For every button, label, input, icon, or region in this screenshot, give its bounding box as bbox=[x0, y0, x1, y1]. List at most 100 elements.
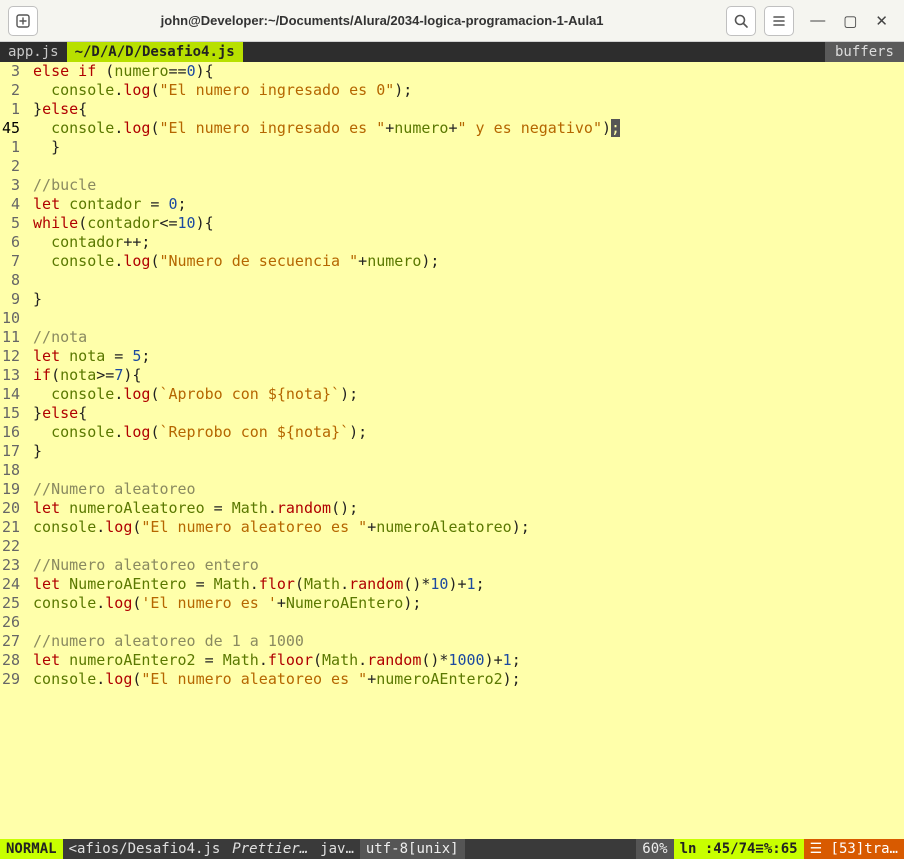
status-lang: jav… bbox=[314, 839, 360, 859]
statusbar: NORMAL <afios/Desafio4.js Prettier… jav…… bbox=[0, 839, 904, 859]
code-line[interactable]: 2 console.log("El numero ingresado es 0"… bbox=[0, 81, 904, 100]
code-line[interactable]: 2 bbox=[0, 157, 904, 176]
code-line[interactable]: 23 //Numero aleatoreo entero bbox=[0, 556, 904, 575]
code-line[interactable]: 45 console.log("El numero ingresado es "… bbox=[0, 119, 904, 138]
line-content: //nota bbox=[24, 328, 87, 347]
line-number: 21 bbox=[0, 518, 24, 537]
line-content bbox=[24, 157, 33, 176]
line-content: if(nota>=7){ bbox=[24, 366, 141, 385]
code-line[interactable]: 10 bbox=[0, 309, 904, 328]
line-content: //numero aleatoreo de 1 a 1000 bbox=[24, 632, 304, 651]
code-line[interactable]: 15 }else{ bbox=[0, 404, 904, 423]
line-number: 17 bbox=[0, 442, 24, 461]
tab-desafio4-js[interactable]: ~/D/A/D/Desafio4.js bbox=[67, 42, 243, 62]
code-line[interactable]: 3 else if (numero==0){ bbox=[0, 62, 904, 81]
code-line[interactable]: 19 //Numero aleatoreo bbox=[0, 480, 904, 499]
line-content: console.log('El numero es '+NumeroAEnter… bbox=[24, 594, 421, 613]
code-line[interactable]: 29 console.log("El numero aleatoreo es "… bbox=[0, 670, 904, 689]
search-button[interactable] bbox=[726, 6, 756, 36]
line-content: let nota = 5; bbox=[24, 347, 150, 366]
code-line[interactable]: 13 if(nota>=7){ bbox=[0, 366, 904, 385]
code-line[interactable]: 21 console.log("El numero aleatoreo es "… bbox=[0, 518, 904, 537]
line-number: 3 bbox=[0, 176, 24, 195]
status-encoding: utf-8[unix] bbox=[360, 839, 465, 859]
line-number: 12 bbox=[0, 347, 24, 366]
line-number: 24 bbox=[0, 575, 24, 594]
code-line[interactable]: 20 let numeroAleatoreo = Math.random(); bbox=[0, 499, 904, 518]
hamburger-icon bbox=[771, 13, 787, 29]
code-line[interactable]: 6 contador++; bbox=[0, 233, 904, 252]
line-number: 25 bbox=[0, 594, 24, 613]
line-content: } bbox=[24, 442, 42, 461]
maximize-button[interactable]: ▢ bbox=[843, 12, 857, 30]
line-number: 1 bbox=[0, 138, 24, 157]
line-content: console.log(`Reprobo con ${nota}`); bbox=[24, 423, 367, 442]
line-number: 20 bbox=[0, 499, 24, 518]
line-content: } bbox=[24, 138, 60, 157]
code-line[interactable]: 24 let NumeroAEntero = Math.flor(Math.ra… bbox=[0, 575, 904, 594]
line-number: 5 bbox=[0, 214, 24, 233]
line-number: 3 bbox=[0, 62, 24, 81]
line-content: console.log("El numero aleatoreo es "+nu… bbox=[24, 670, 521, 689]
code-line[interactable]: 14 console.log(`Aprobo con ${nota}`); bbox=[0, 385, 904, 404]
line-number: 6 bbox=[0, 233, 24, 252]
code-line[interactable]: 25 console.log('El numero es '+NumeroAEn… bbox=[0, 594, 904, 613]
code-line[interactable]: 28 let numeroAEntero2 = Math.floor(Math.… bbox=[0, 651, 904, 670]
line-number: 28 bbox=[0, 651, 24, 670]
line-content: //bucle bbox=[24, 176, 105, 195]
line-content: } bbox=[24, 290, 42, 309]
line-content: //Numero aleatoreo entero bbox=[24, 556, 259, 575]
line-content: console.log("Numero de secuencia "+numer… bbox=[24, 252, 439, 271]
line-number: 1 bbox=[0, 100, 24, 119]
code-line[interactable]: 22 bbox=[0, 537, 904, 556]
buffers-indicator[interactable]: buffers bbox=[825, 42, 904, 62]
minimize-button[interactable]: — bbox=[810, 12, 825, 30]
search-icon bbox=[733, 13, 749, 29]
line-number: 22 bbox=[0, 537, 24, 556]
code-line[interactable]: 26 bbox=[0, 613, 904, 632]
tab-app-js[interactable]: app.js bbox=[0, 42, 67, 62]
line-number: 2 bbox=[0, 157, 24, 176]
window-controls: — ▢ ✕ bbox=[802, 12, 896, 30]
line-content bbox=[24, 309, 33, 328]
status-file: <afios/Desafio4.js bbox=[63, 839, 227, 859]
line-number: 4 bbox=[0, 195, 24, 214]
line-number: 18 bbox=[0, 461, 24, 480]
code-area[interactable]: 3 else if (numero==0){2 console.log("El … bbox=[0, 62, 904, 839]
code-line[interactable]: 3 //bucle bbox=[0, 176, 904, 195]
code-line[interactable]: 9 } bbox=[0, 290, 904, 309]
code-line[interactable]: 1 } bbox=[0, 138, 904, 157]
menu-button[interactable] bbox=[764, 6, 794, 36]
code-line[interactable]: 1 }else{ bbox=[0, 100, 904, 119]
new-tab-button[interactable] bbox=[8, 6, 38, 36]
code-line[interactable]: 18 bbox=[0, 461, 904, 480]
code-line[interactable]: 7 console.log("Numero de secuencia "+num… bbox=[0, 252, 904, 271]
close-button[interactable]: ✕ bbox=[875, 12, 888, 30]
plus-icon bbox=[15, 13, 31, 29]
line-content bbox=[24, 271, 33, 290]
code-line[interactable]: 5 while(contador<=10){ bbox=[0, 214, 904, 233]
line-content: contador++; bbox=[24, 233, 150, 252]
line-number: 45 bbox=[0, 119, 24, 138]
line-content: console.log("El numero aleatoreo es "+nu… bbox=[24, 518, 530, 537]
line-number: 29 bbox=[0, 670, 24, 689]
status-spacer bbox=[465, 839, 637, 859]
line-content: console.log("El numero ingresado es "+nu… bbox=[24, 119, 620, 138]
line-content: else if (numero==0){ bbox=[24, 62, 214, 81]
status-position: ln :45/74≡%:65 bbox=[674, 839, 804, 859]
line-content: let NumeroAEntero = Math.flor(Math.rando… bbox=[24, 575, 485, 594]
code-line[interactable]: 17 } bbox=[0, 442, 904, 461]
code-line[interactable]: 11 //nota bbox=[0, 328, 904, 347]
line-number: 11 bbox=[0, 328, 24, 347]
code-line[interactable]: 8 bbox=[0, 271, 904, 290]
line-number: 19 bbox=[0, 480, 24, 499]
line-number: 8 bbox=[0, 271, 24, 290]
editor-pane[interactable]: 3 else if (numero==0){2 console.log("El … bbox=[0, 62, 904, 839]
code-line[interactable]: 16 console.log(`Reprobo con ${nota}`); bbox=[0, 423, 904, 442]
line-content bbox=[24, 613, 33, 632]
code-line[interactable]: 12 let nota = 5; bbox=[0, 347, 904, 366]
code-line[interactable]: 4 let contador = 0; bbox=[0, 195, 904, 214]
code-line[interactable]: 27 //numero aleatoreo de 1 a 1000 bbox=[0, 632, 904, 651]
line-content: console.log(`Aprobo con ${nota}`); bbox=[24, 385, 358, 404]
line-number: 7 bbox=[0, 252, 24, 271]
